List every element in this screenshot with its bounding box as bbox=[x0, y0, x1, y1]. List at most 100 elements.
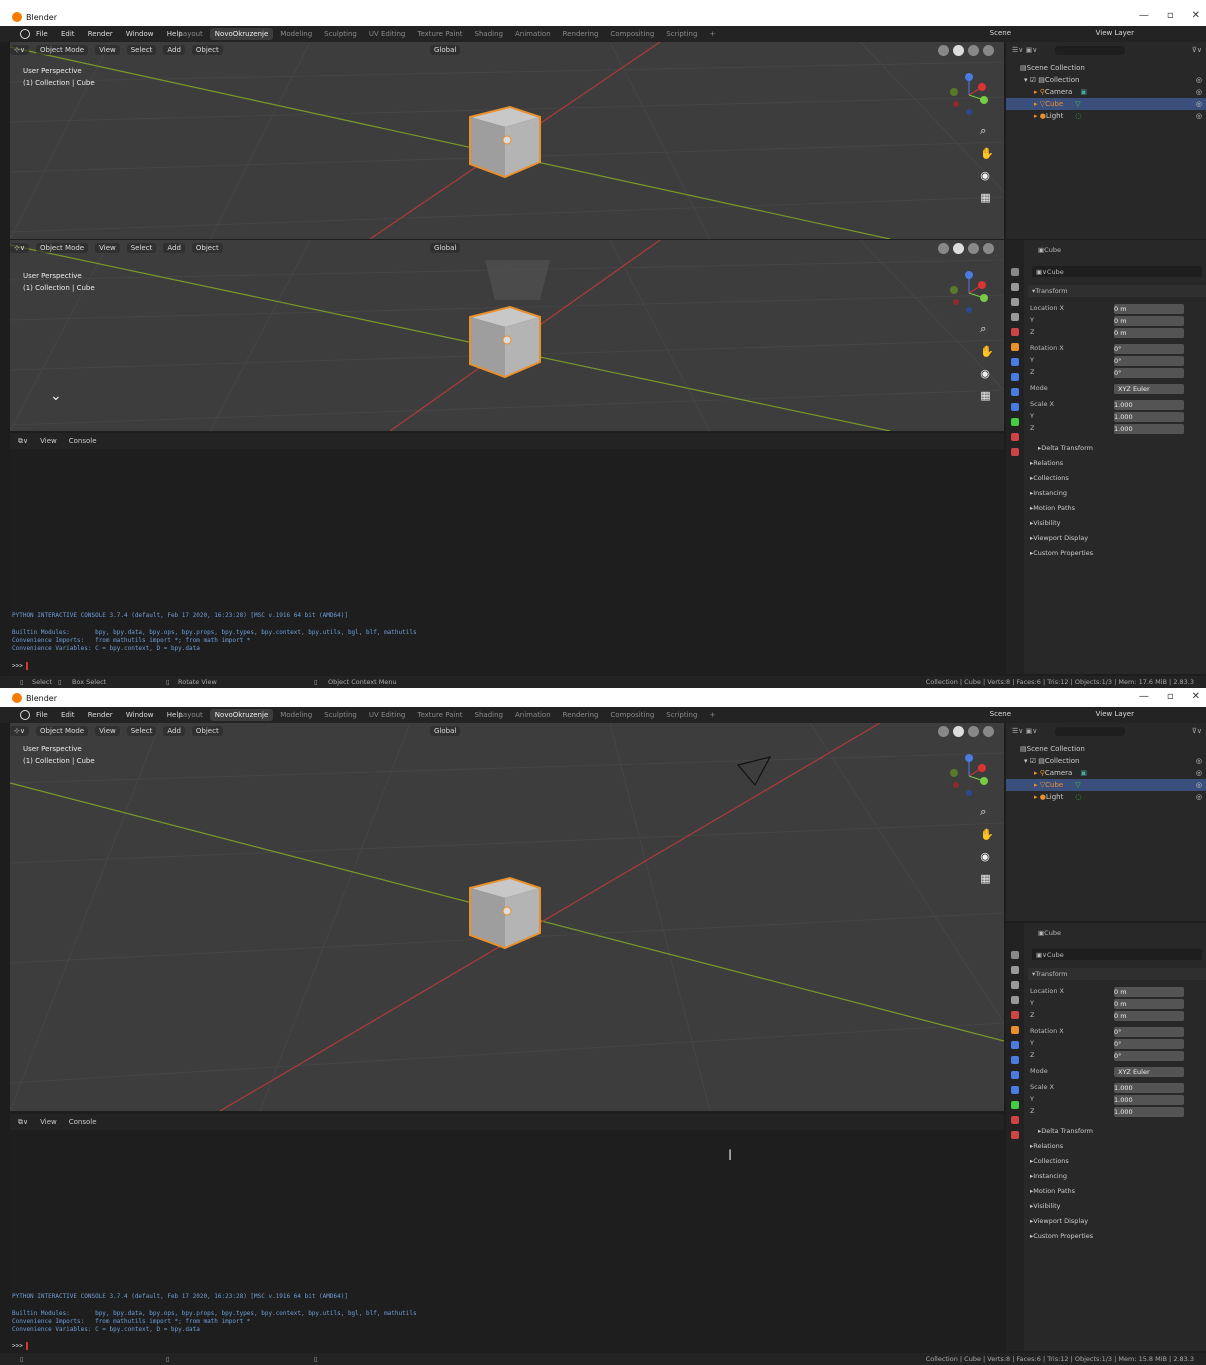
view-layer-selector[interactable]: View Layer bbox=[1096, 29, 1134, 37]
rotation-x-field[interactable]: 0° bbox=[1114, 344, 1184, 354]
viewport-display-section[interactable]: ▸ Viewport Display bbox=[1030, 1217, 1088, 1225]
instancing-section[interactable]: ▸ Instancing bbox=[1030, 1172, 1067, 1180]
texture-tab-icon[interactable] bbox=[1011, 448, 1019, 456]
tab-texture-paint[interactable]: Texture Paint bbox=[412, 709, 467, 721]
relations-section[interactable]: ▸ Relations bbox=[1030, 1142, 1063, 1150]
tab-uv-editing[interactable]: UV Editing bbox=[364, 709, 411, 721]
editor-type-button[interactable]: ⊹∨ bbox=[10, 726, 29, 736]
console-prompt[interactable]: >>> bbox=[12, 1342, 29, 1350]
cube-object[interactable] bbox=[465, 302, 545, 382]
eye-icon[interactable]: ◎ bbox=[1196, 100, 1202, 108]
menu-file[interactable]: File bbox=[36, 30, 48, 38]
motion-paths-section[interactable]: ▸ Motion Paths bbox=[1030, 504, 1075, 512]
material-shading-icon[interactable] bbox=[968, 44, 979, 56]
camera-view-icon[interactable]: ◉ bbox=[980, 169, 994, 182]
viewport-menu-view[interactable]: View bbox=[95, 45, 120, 55]
particles-tab-icon[interactable] bbox=[1011, 373, 1019, 381]
tab-animation[interactable]: Animation bbox=[510, 28, 556, 40]
3d-viewport-lower[interactable]: ⊹∨ Object Mode View Select Add Object Gl… bbox=[10, 240, 1004, 431]
maximize-button[interactable]: ▫ bbox=[1167, 10, 1174, 21]
rotation-mode-dropdown[interactable]: XYZ Euler bbox=[1114, 384, 1184, 394]
location-x-field[interactable]: 0 m bbox=[1114, 987, 1184, 997]
camera-view-icon[interactable]: ◉ bbox=[980, 850, 994, 863]
blender-menu-icon[interactable] bbox=[20, 710, 30, 720]
render-tab-icon[interactable] bbox=[1011, 966, 1019, 974]
console-menu-console[interactable]: Console bbox=[69, 1118, 97, 1126]
solid-shading-icon[interactable] bbox=[953, 44, 964, 56]
material-shading-icon[interactable] bbox=[968, 725, 979, 737]
material-tab-icon[interactable] bbox=[1011, 1116, 1019, 1124]
zoom-icon[interactable]: ⌕ bbox=[980, 322, 994, 336]
outliner-item-camera[interactable]: ▸ ⚲ Camera ▣ ◎ bbox=[1006, 86, 1206, 98]
delta-transform-section[interactable]: ▸ Delta Transform bbox=[1038, 1127, 1093, 1135]
viewport-menu-object[interactable]: Object bbox=[191, 243, 223, 253]
wireframe-shading-icon[interactable] bbox=[938, 44, 949, 56]
viewport-menu-object[interactable]: Object bbox=[191, 726, 223, 736]
tab-rendering[interactable]: Rendering bbox=[558, 28, 604, 40]
cube-object[interactable] bbox=[465, 102, 545, 182]
location-y-field[interactable]: 0 m bbox=[1114, 999, 1184, 1009]
console-prompt[interactable]: >>> bbox=[12, 662, 29, 670]
eye-icon[interactable]: ◎ bbox=[1196, 88, 1202, 96]
camera-view-icon[interactable]: ◉ bbox=[980, 367, 994, 380]
view-layer-tab-icon[interactable] bbox=[1011, 996, 1019, 1004]
rotation-x-field[interactable]: 0° bbox=[1114, 1027, 1184, 1037]
zoom-icon[interactable]: ⌕ bbox=[980, 124, 994, 138]
viewport-menu-view[interactable]: View bbox=[95, 243, 120, 253]
eye-icon[interactable]: ◎ bbox=[1196, 757, 1202, 765]
transform-section-header[interactable]: ▾ Transform bbox=[1028, 968, 1206, 980]
scale-y-field[interactable]: 1.000 bbox=[1114, 412, 1184, 422]
modifier-tab-icon[interactable] bbox=[1011, 1041, 1019, 1049]
tab-modeling[interactable]: Modeling bbox=[275, 709, 317, 721]
cube-object[interactable] bbox=[465, 873, 545, 953]
outliner-item-scene-collection[interactable]: ▤ Scene Collection bbox=[1006, 62, 1206, 74]
tab-scripting[interactable]: Scripting bbox=[661, 709, 702, 721]
tab-texture-paint[interactable]: Texture Paint bbox=[412, 28, 467, 40]
location-z-field[interactable]: 0 m bbox=[1114, 1011, 1184, 1021]
object-mode-dropdown[interactable]: Object Mode bbox=[36, 726, 89, 736]
outliner-item-light[interactable]: ▸ ● Light ◌ ◎ bbox=[1006, 110, 1206, 122]
viewport-menu-select[interactable]: Select bbox=[126, 243, 157, 253]
viewport-menu-add[interactable]: Add bbox=[163, 726, 185, 736]
physics-tab-icon[interactable] bbox=[1011, 1071, 1019, 1079]
console-menu-view[interactable]: View bbox=[40, 1118, 57, 1126]
object-name-field[interactable]: ▣∨ Cube bbox=[1032, 949, 1202, 960]
blender-menu-icon[interactable] bbox=[20, 29, 30, 39]
scale-x-field[interactable]: 1.000 bbox=[1114, 1083, 1184, 1093]
tab-compositing[interactable]: Compositing bbox=[605, 709, 659, 721]
menu-window[interactable]: Window bbox=[126, 30, 154, 38]
tool-tab-icon[interactable] bbox=[1011, 951, 1019, 959]
eye-icon[interactable]: ◎ bbox=[1196, 781, 1202, 789]
rendered-shading-icon[interactable] bbox=[983, 44, 994, 56]
tab-compositing[interactable]: Compositing bbox=[605, 28, 659, 40]
viewport-display-section[interactable]: ▸ Viewport Display bbox=[1030, 534, 1088, 542]
texture-tab-icon[interactable] bbox=[1011, 1131, 1019, 1139]
outliner-editor-icon[interactable]: ☰∨ ▣∨ bbox=[1012, 727, 1037, 735]
output-tab-icon[interactable] bbox=[1011, 981, 1019, 989]
outliner-item-cube[interactable]: ▸ ▽ Cube ▽ ◎ bbox=[1006, 779, 1206, 791]
data-tab-icon[interactable] bbox=[1011, 418, 1019, 426]
tab-rendering[interactable]: Rendering bbox=[558, 709, 604, 721]
eye-icon[interactable]: ◎ bbox=[1196, 793, 1202, 801]
wireframe-shading-icon[interactable] bbox=[938, 242, 949, 254]
menu-window[interactable]: Window bbox=[126, 711, 154, 719]
zoom-icon[interactable]: ⌕ bbox=[980, 805, 994, 819]
scene-tab-icon[interactable] bbox=[1011, 328, 1019, 336]
view-layer-selector[interactable]: View Layer bbox=[1096, 710, 1134, 718]
pan-hand-icon[interactable]: ✋ bbox=[980, 345, 994, 358]
scale-z-field[interactable]: 1.000 bbox=[1114, 424, 1184, 434]
custom-properties-section[interactable]: ▸ Custom Properties bbox=[1030, 549, 1093, 557]
tab-shading[interactable]: Shading bbox=[470, 28, 508, 40]
rotation-y-field[interactable]: 0° bbox=[1114, 356, 1184, 366]
tab-novookruzenje[interactable]: NovoOkruzenje bbox=[209, 28, 274, 40]
filter-icon[interactable]: ⊽∨ bbox=[1192, 727, 1202, 735]
tab-uv-editing[interactable]: UV Editing bbox=[364, 28, 411, 40]
tab-animation[interactable]: Animation bbox=[510, 709, 556, 721]
console-menu-console[interactable]: Console bbox=[69, 437, 97, 445]
scene-selector[interactable]: Scene bbox=[990, 29, 1011, 37]
menu-edit[interactable]: Edit bbox=[61, 30, 75, 38]
grid-toggle-icon[interactable]: ▦ bbox=[980, 872, 994, 885]
scale-x-field[interactable]: 1.000 bbox=[1114, 400, 1184, 410]
minimize-button[interactable]: — bbox=[1139, 10, 1149, 21]
viewport-menu-add[interactable]: Add bbox=[163, 45, 185, 55]
